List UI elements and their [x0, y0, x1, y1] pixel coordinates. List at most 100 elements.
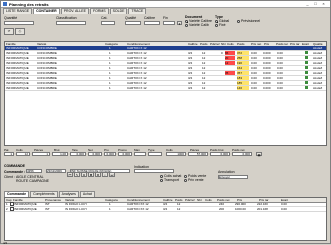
classification-field[interactable]	[56, 21, 86, 25]
cell2-ecart: 0.00	[281, 207, 287, 211]
tab-trace[interactable]: TRACE	[128, 8, 147, 14]
table-row[interactable]: INFORMATIQUE CONCOMBRE 1 CARTON X 12 3/4…	[5, 86, 326, 91]
fin-dropdown-button[interactable]: ▾	[177, 21, 182, 26]
cell-conditionnement: CARTON X 12	[127, 61, 147, 65]
action-field[interactable]: Envoyer	[218, 175, 248, 179]
type-radio-global[interactable]	[215, 20, 218, 23]
app-icon	[3, 2, 7, 6]
cell-famille: INFORMATIQUE	[6, 81, 29, 85]
cell2-calibre: 3/4	[163, 207, 168, 211]
delete-icon[interactable]: ✖	[88, 172, 94, 177]
cell-famille: INFORMATIQUE	[6, 76, 29, 80]
cell-variete: CONCOMBRE	[37, 61, 57, 65]
cell-qualite: ALLEZ	[313, 46, 323, 50]
prix-radio[interactable]	[184, 179, 187, 182]
action-label: Annulation	[218, 170, 235, 174]
cell-prixnet: 0.00	[251, 51, 257, 55]
search-icon[interactable]: ⌕	[102, 172, 108, 177]
maximize-button[interactable]: □	[312, 1, 319, 6]
tab-solde[interactable]: SOLDE	[109, 8, 128, 14]
cell-prix: 0.000	[263, 66, 271, 70]
tot-net: 0.000	[88, 152, 102, 156]
calc-button[interactable]: ▦	[256, 152, 262, 157]
opt-transport: Transport	[164, 178, 179, 182]
cell-variete: CONCOMBRE	[37, 66, 57, 70]
cat-field[interactable]	[101, 21, 115, 25]
poids-radio[interactable]	[184, 175, 187, 178]
cell-poids2: 146	[237, 86, 249, 90]
tab-container[interactable]: CONTAINER	[33, 8, 60, 14]
cell-prix: 0.000	[263, 56, 271, 60]
nav-first-icon[interactable]: ⏮	[67, 172, 73, 177]
cell-calibre: 3/4	[188, 81, 193, 85]
cell-prix: 0.000	[263, 61, 271, 65]
cell2-poids: 12	[177, 207, 181, 211]
cell-famille: INFORMATIQUE	[6, 61, 29, 65]
cell-conditionnement: CARTON X 12	[127, 56, 147, 60]
refresh-button[interactable]: ⟳	[4, 28, 14, 35]
tot-brut: 1.00	[52, 152, 68, 156]
cell2-conditionnement: CARTON XX 12	[127, 202, 149, 206]
main-tabs: LISTE RANGE CONTAINER PROV. ALLEE FORMS …	[3, 8, 147, 14]
cell-colis: 12	[225, 61, 235, 65]
commande-field[interactable]: 4356	[26, 169, 42, 173]
tab-prov-allee[interactable]: PROV. ALLEE	[60, 8, 89, 14]
transport-radio[interactable]	[160, 179, 163, 182]
print-button[interactable]: ⎙	[15, 28, 25, 35]
cell-famille: INFORMATIQUE	[6, 66, 29, 70]
calibre-label: Calibre	[144, 16, 156, 20]
tot-promo: 0.000	[118, 152, 132, 156]
cell2-calibre: 3/4	[163, 202, 168, 206]
cell2-prixtar: 201.168	[257, 207, 268, 211]
nav-last-icon[interactable]: ⏭	[109, 172, 115, 177]
status-flag	[305, 71, 308, 74]
tab-liste-range[interactable]: LISTE RANGE	[3, 8, 33, 14]
cell-categorie: 1	[109, 61, 111, 65]
cell-poids: 12	[202, 56, 206, 60]
tot-man	[134, 152, 146, 156]
settings-icon[interactable]: ⚙	[95, 172, 101, 177]
cell-poidstar: 0.00	[277, 81, 283, 85]
tab-forms[interactable]: FORMS	[89, 8, 109, 14]
cell2-cap: 1	[6, 202, 8, 206]
cell-categorie: 1	[109, 51, 111, 55]
quantite-field[interactable]	[4, 21, 34, 25]
qualite-field[interactable]	[125, 21, 141, 25]
cell-poids: 12	[202, 71, 206, 75]
tot-pieces: 1	[32, 152, 50, 156]
cell-qualite: ALLEZ	[313, 86, 323, 90]
classification-label: Classification	[56, 16, 77, 20]
cell-prixnet: 0.00	[251, 86, 257, 90]
cell-poids: 12	[202, 86, 206, 90]
cell-colis: 86	[225, 51, 235, 55]
minimize-button[interactable]: _	[304, 1, 311, 6]
tot-pieces2: 57.000	[188, 152, 208, 156]
doc-radio-1[interactable]	[185, 20, 188, 23]
close-button[interactable]: ×	[320, 1, 327, 6]
cell-poids2: 190	[237, 61, 249, 65]
cell-prix: 0.000	[263, 86, 271, 90]
cell-categorie: 1	[109, 56, 111, 60]
detail-row[interactable]: 2 INFORMATIQUE IST IN FRIGO LUCY 1 CARTO…	[5, 207, 326, 212]
fin-field[interactable]	[163, 21, 175, 25]
prev-radio[interactable]	[237, 20, 240, 23]
cell-famille: INFORMATIQUE	[6, 56, 29, 60]
cell2-poidsnet: 200	[219, 207, 225, 211]
cell-variete: CONCOMBRE	[37, 71, 57, 75]
edit-icon[interactable]: ✎	[74, 172, 80, 177]
cell-calibre: 3/4	[188, 61, 193, 65]
cell-conditionnement: CARTON X 12	[127, 81, 147, 85]
copy-icon[interactable]: ⧉	[81, 172, 87, 177]
calibre-field[interactable]	[144, 21, 160, 25]
cell2-cap: 2	[6, 207, 8, 211]
date-field[interactable]: 23/11/2009	[46, 169, 66, 173]
cell-variete: CONCOMBRE	[37, 46, 57, 50]
colis-radio[interactable]	[160, 175, 163, 178]
indication-field[interactable]	[134, 169, 174, 173]
section-title: COMMANDE	[4, 164, 25, 168]
doc-radio-2[interactable]	[185, 24, 188, 27]
cell2-variete: IN FRIGO LUCY	[65, 202, 88, 206]
type-radio-fixe[interactable]	[215, 24, 218, 27]
cell-variete: CONCOMBRE	[37, 51, 57, 55]
cell-poidstar: 0.00	[277, 76, 283, 80]
